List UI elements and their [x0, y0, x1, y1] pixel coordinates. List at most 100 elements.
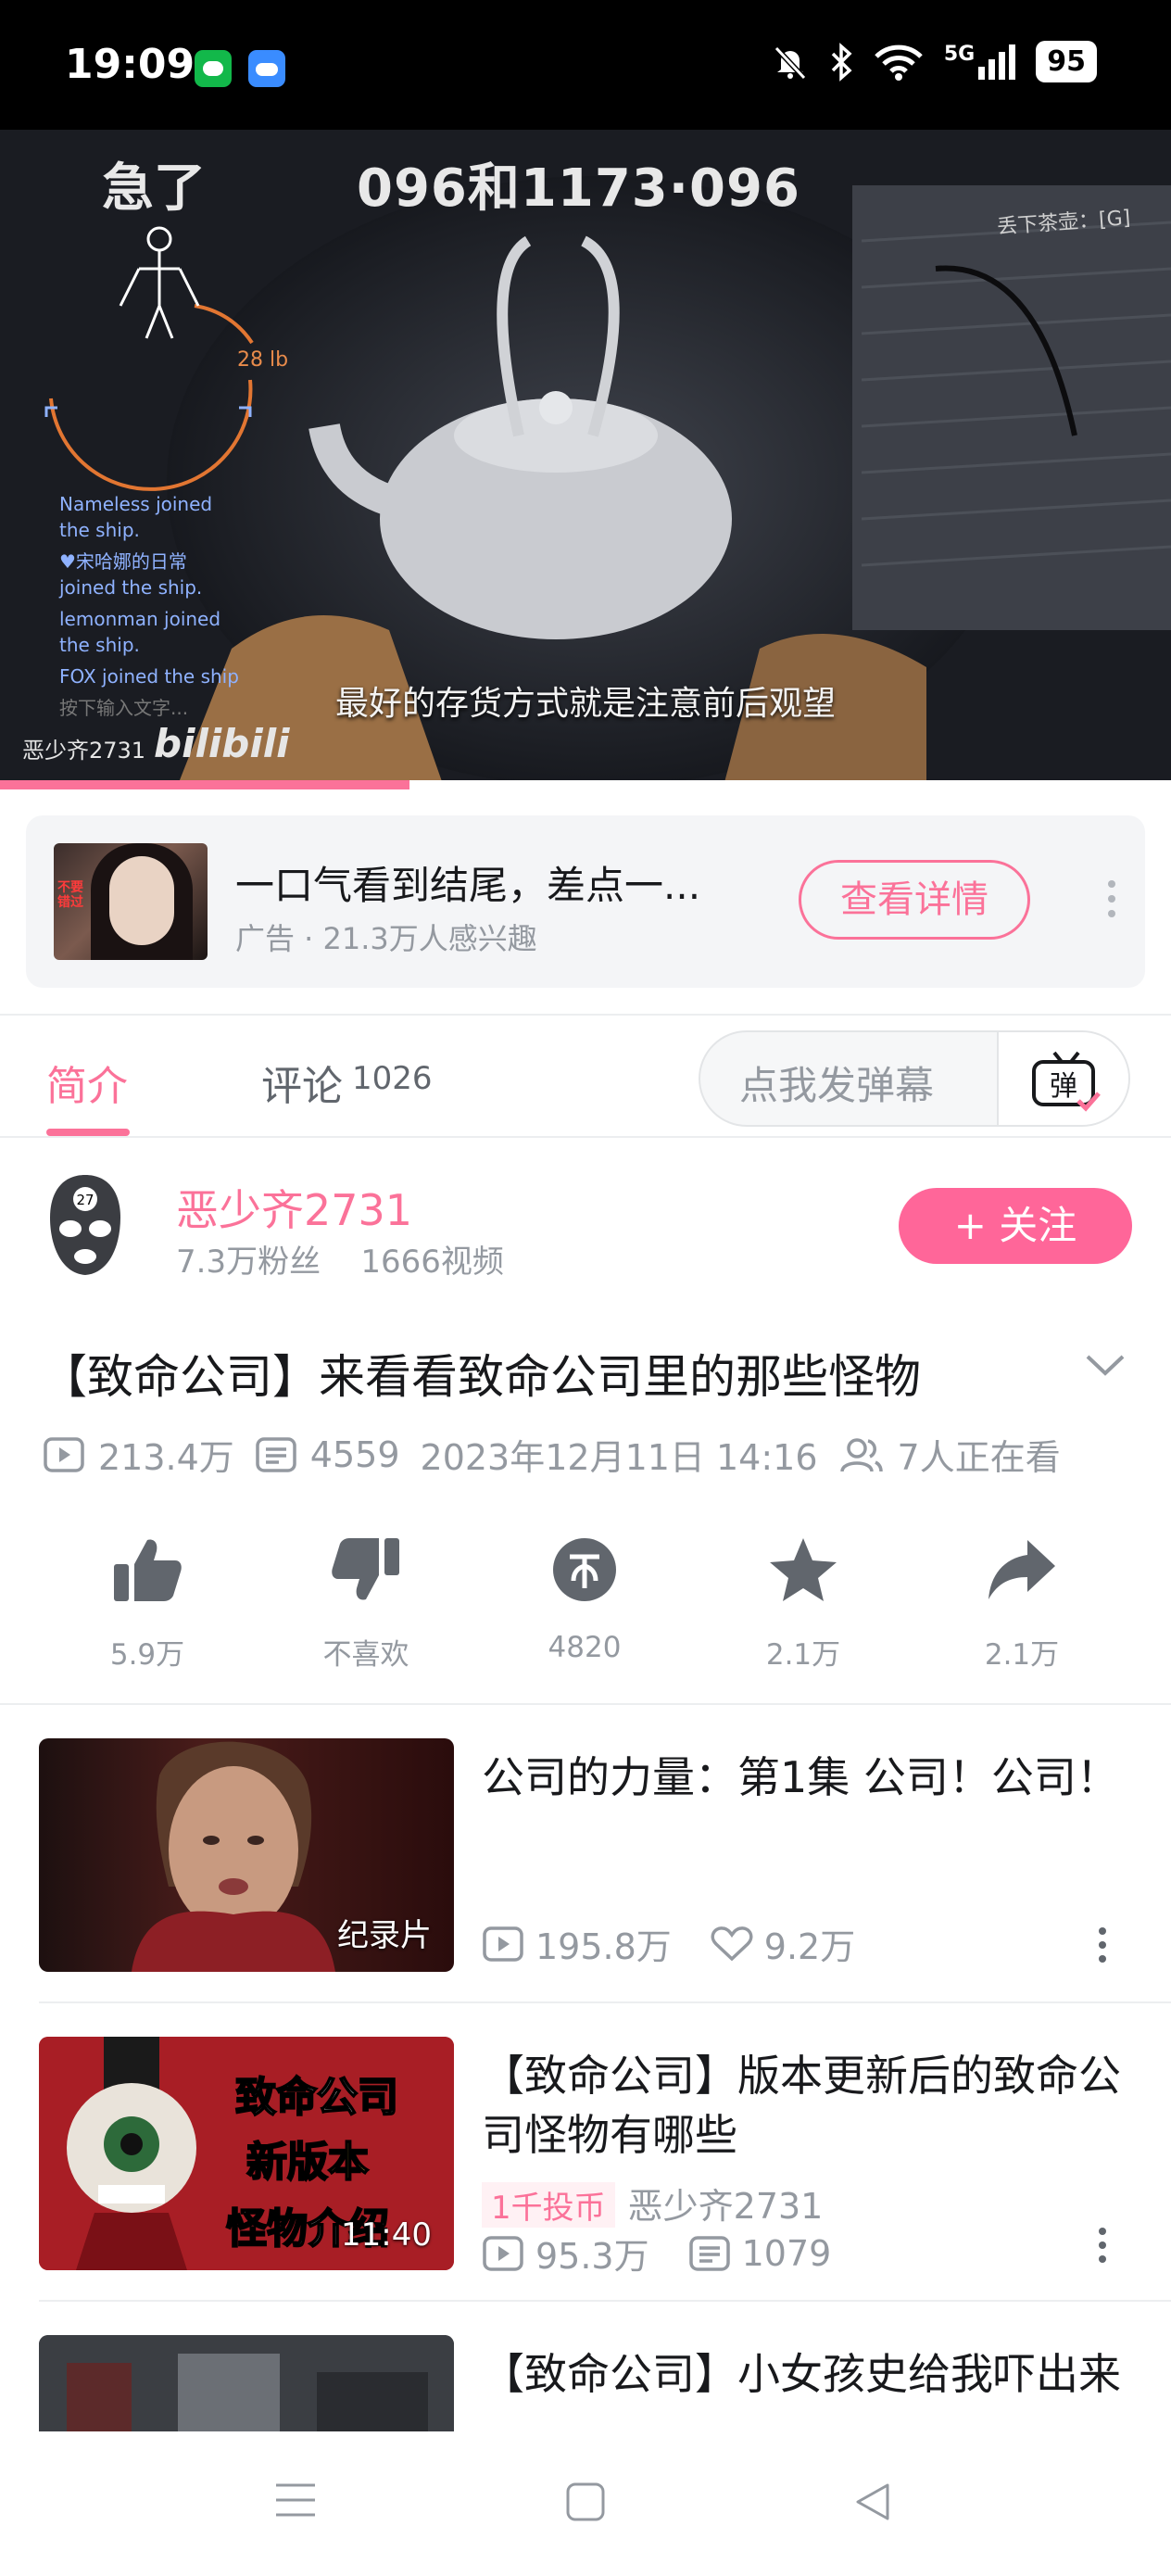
meta-danmaku-value: 4559 [309, 1433, 400, 1475]
like-button[interactable]: 5.9万 [78, 1534, 217, 1673]
share-icon [988, 1540, 1055, 1599]
home-icon[interactable] [565, 2481, 606, 2522]
follow-button[interactable]: + 关注 [899, 1188, 1132, 1264]
rec-danmaku: 1079 [688, 2232, 832, 2274]
network-type: 5G [943, 42, 976, 66]
coin-button[interactable]: 4820 [515, 1534, 654, 1664]
wifi-icon [875, 44, 923, 81]
play-count-icon [44, 1436, 84, 1472]
tab-comments-count[interactable]: 1026 [352, 1060, 433, 1097]
ad-title[interactable]: 一口气看到结尾，差点一... [235, 854, 700, 911]
meta-views: 213.4万 [43, 1429, 234, 1480]
rec-thumb-text: 致命公司 [235, 2074, 398, 2121]
video-meta: 213.4万 4559 2023年12月11日 14:16 7人正在看 [43, 1429, 1081, 1480]
tab-intro[interactable]: 简介 [46, 1053, 128, 1112]
tab-comments[interactable]: 评论 [261, 1053, 343, 1112]
ad-subtitle: 广告 · 21.3万人感兴趣 [235, 921, 537, 956]
uploader-fans: 7.3万粉丝 [176, 1244, 321, 1281]
rec-item[interactable]: 纪录片 公司的力量：第1集 公司！公司！ 195.8万 9.2万 [39, 1738, 1132, 1974]
thumb-up-icon [114, 1539, 182, 1601]
uploader-avatar[interactable]: 27 [43, 1171, 128, 1279]
rec-likes: 9.2万 [711, 1918, 855, 1969]
danmaku-input[interactable]: 点我发弹幕 [739, 1054, 934, 1111]
coin-icon [553, 1538, 616, 1601]
rec-likes-value: 9.2万 [763, 1926, 856, 1967]
rec-thumbnail[interactable]: 纪录片 [39, 1738, 454, 1972]
rec-danmaku-value: 1079 [741, 2232, 832, 2274]
chat-line: ♥宋哈娜的日常 joined the ship. [59, 550, 203, 599]
favorite-button[interactable]: 2.1万 [734, 1534, 873, 1673]
chat-line: lemonman joined the ship. [59, 608, 221, 656]
rec-thumbnail[interactable]: 致命公司 新版本 怪物介绍 11:40 [39, 2037, 454, 2270]
danmaku-toggle-label: 弹 [1050, 1070, 1077, 1103]
video-hud-counter: 096和1173·096 [357, 158, 800, 219]
favorite-count: 2.1万 [765, 1638, 841, 1672]
meta-date: 2023年12月11日 14:16 [420, 1437, 818, 1478]
status-time: 19:09 [65, 41, 195, 88]
video-hud-text: 急了 [102, 158, 206, 219]
danmaku-count-icon [688, 2235, 730, 2271]
danmaku-toggle-button[interactable]: 弹 [997, 1032, 1128, 1125]
rec-thumb-text: 新版本 [246, 2139, 369, 2186]
ad-thumbnail[interactable]: 不要错过 [54, 843, 208, 960]
meta-watching-value: 7人正在看 [897, 1437, 1061, 1478]
tab-bar: 简介 评论 1026 点我发弹幕 弹 [0, 1014, 1171, 1138]
tab-active-indicator [46, 1129, 130, 1136]
ad-thumb-tag: 不要错过 [57, 880, 83, 910]
uploader-name[interactable]: 恶少齐2731 [176, 1177, 412, 1238]
uploader-stats: 7.3万粉丝 1666视频 [176, 1236, 504, 1282]
play-count-icon [483, 2235, 523, 2271]
dislike-button[interactable]: 不喜欢 [296, 1534, 435, 1673]
share-button[interactable]: 2.1万 [952, 1534, 1091, 1673]
meta-watching: 7人正在看 [838, 1429, 1061, 1480]
meta-danmaku: 4559 [255, 1434, 400, 1475]
back-icon[interactable] [852, 2481, 893, 2522]
rec-views: 95.3万 [482, 2228, 649, 2279]
play-count-icon [483, 1926, 523, 1962]
battery-icon: 95 [1036, 41, 1097, 82]
rec-separator [39, 2300, 1171, 2302]
rec-item[interactable]: 【致命公司】小女孩史给我吓出来 [39, 2335, 1132, 2431]
rec-views-value: 95.3万 [535, 2236, 649, 2277]
video-hud-weight: 28 lb [237, 348, 289, 372]
section-divider [0, 1703, 1171, 1705]
rec-owner-row: 1千投币 恶少齐2731 [482, 2178, 823, 2229]
uploader-videos: 1666视频 [360, 1244, 504, 1281]
rec-stats: 95.3万 1079 [482, 2228, 870, 2279]
share-count: 2.1万 [984, 1638, 1060, 1672]
signal-icon: 5G [943, 42, 1016, 80]
danmaku-tv-icon: 弹 [1032, 1051, 1101, 1112]
ad-detail-button[interactable]: 查看详情 [799, 860, 1030, 940]
cloud-app-icon [248, 50, 285, 87]
rec-views-value: 195.8万 [535, 1926, 672, 1967]
menu-icon[interactable] [274, 2481, 317, 2519]
progress-fill[interactable] [0, 780, 410, 789]
rec-owner[interactable]: 恶少齐2731 [628, 2186, 824, 2227]
rec-title[interactable]: 公司的力量：第1集 公司！公司！ [482, 1748, 1130, 1807]
bluetooth-icon [831, 42, 852, 82]
status-icons: 5G 95 [772, 41, 1097, 82]
rec-item[interactable]: 致命公司 新版本 怪物介绍 11:40 【致命公司】版本更新后的致命公司怪物有哪… [39, 2037, 1132, 2277]
system-nav-bar [0, 2431, 1171, 2576]
rec-title[interactable]: 【致命公司】版本更新后的致命公司怪物有哪些 [482, 2046, 1130, 2165]
video-player[interactable]: 急了 096和1173·096 丢下茶壶：[G] 28 lb Nameless … [0, 130, 1171, 789]
ad-card[interactable]: 不要错过 一口气看到结尾，差点一... 广告 · 21.3万人感兴趣 查看详情 [26, 815, 1145, 988]
more-options-icon[interactable] [1099, 1927, 1110, 1969]
rec-title[interactable]: 【致命公司】小女孩史给我吓出来 [482, 2344, 1130, 2404]
like-count: 5.9万 [109, 1638, 185, 1672]
messaging-app-icon [195, 50, 232, 87]
more-options-icon[interactable] [1099, 2228, 1110, 2269]
rec-views: 195.8万 [482, 1918, 672, 1969]
ad-more-icon[interactable] [1101, 880, 1123, 927]
dislike-label: 不喜欢 [322, 1638, 409, 1672]
chat-line: Nameless joined the ship. [59, 493, 213, 541]
danmaku-bar: 点我发弹幕 弹 [699, 1030, 1130, 1127]
rec-thumbnail[interactable] [39, 2335, 454, 2431]
rec-thumb-image [39, 2335, 454, 2431]
meta-views-value: 213.4万 [98, 1437, 234, 1478]
rec-stats: 195.8万 9.2万 [482, 1918, 894, 1969]
coin-tag: 1千投币 [482, 2182, 615, 2228]
star-icon [770, 1538, 837, 1601]
chevron-down-icon[interactable] [1084, 1353, 1127, 1379]
heart-icon [711, 1926, 753, 1961]
